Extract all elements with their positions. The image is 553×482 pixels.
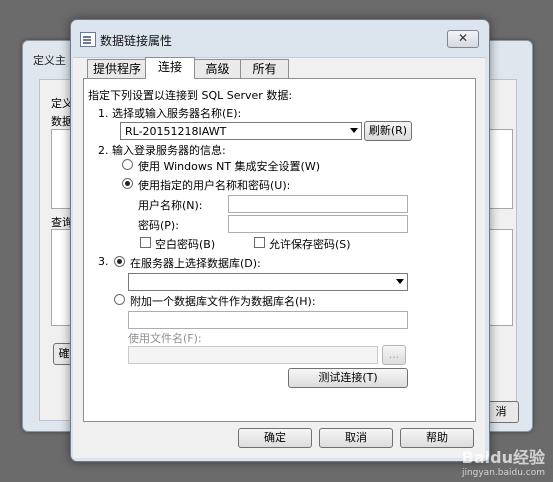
step2-label: 2. 输入登录服务器的信息:: [98, 144, 226, 157]
refresh-button[interactable]: 刷新(R): [364, 121, 412, 141]
intro-text: 指定下列设置以连接到 SQL Server 数据:: [88, 89, 293, 102]
server-name-value: RL-20151218IAWT: [125, 125, 227, 138]
step3-number: 3.: [98, 255, 109, 268]
blank-password-label[interactable]: 空白密码(B): [155, 236, 215, 252]
password-label: 密码(P):: [138, 219, 179, 232]
radio-windows-auth[interactable]: [122, 159, 133, 170]
chevron-down-icon[interactable]: [350, 128, 358, 133]
allow-save-password-checkbox[interactable]: [254, 237, 265, 248]
radio-select-database-label[interactable]: 在服务器上选择数据库(D):: [130, 255, 261, 271]
use-filename-label: 使用文件名(F):: [128, 332, 202, 345]
data-link-properties-dialog: 数据链接属性 ✕ 提供程序 连接 高级 所有 指定下列设置以连接到 SQL Se…: [70, 19, 490, 462]
connection-panel: 指定下列设置以连接到 SQL Server 数据: 1. 选择或输入服务器名称(…: [83, 78, 476, 422]
dialog-client: 提供程序 连接 高级 所有 指定下列设置以连接到 SQL Server 数据: …: [73, 57, 485, 458]
close-icon: ✕: [457, 31, 469, 45]
blank-password-checkbox[interactable]: [140, 237, 151, 248]
username-input[interactable]: [228, 195, 408, 213]
browse-button[interactable]: ...: [382, 345, 406, 365]
database-combo[interactable]: [128, 273, 408, 291]
tab-advanced[interactable]: 高级: [193, 59, 242, 78]
radio-attach-database-file[interactable]: [114, 294, 125, 305]
radio-select-database[interactable]: [114, 256, 125, 267]
password-input[interactable]: [228, 215, 408, 233]
cancel-button[interactable]: 取消: [319, 428, 393, 448]
step1-label: 1. 选择或输入服务器名称(E):: [98, 107, 242, 120]
watermark-url: jingyan.baidu.com: [461, 468, 545, 478]
attach-database-name-input[interactable]: [128, 311, 408, 329]
radio-windows-auth-label[interactable]: 使用 Windows NT 集成安全设置(W): [138, 158, 320, 174]
data-link-icon: [80, 32, 96, 47]
radio-attach-database-file-label[interactable]: 附加一个数据库文件作为数据库名(H):: [130, 293, 316, 309]
test-connection-button[interactable]: 测试连接(T): [288, 368, 408, 388]
tab-all[interactable]: 所有: [240, 59, 289, 78]
username-label: 用户名称(N):: [138, 199, 203, 212]
filename-input[interactable]: [128, 346, 378, 364]
watermark-brand: Baidu经验: [461, 448, 545, 467]
dialog-title: 数据链接属性: [100, 34, 173, 48]
server-name-combo[interactable]: RL-20151218IAWT: [120, 122, 362, 140]
radio-specific-credentials-label[interactable]: 使用指定的用户名称和密码(U):: [138, 177, 290, 193]
chevron-down-icon[interactable]: [396, 279, 404, 284]
allow-save-password-label[interactable]: 允许保存密码(S): [269, 236, 351, 252]
baidu-watermark: Baidu经验 jingyan.baidu.com: [462, 444, 545, 478]
radio-specific-credentials[interactable]: [122, 178, 133, 189]
tab-provider[interactable]: 提供程序: [87, 59, 147, 78]
tab-connection[interactable]: 连接: [145, 57, 195, 79]
close-button[interactable]: ✕: [447, 30, 479, 48]
background-window-title: 定义主: [33, 54, 66, 67]
ok-button[interactable]: 确定: [238, 428, 312, 448]
